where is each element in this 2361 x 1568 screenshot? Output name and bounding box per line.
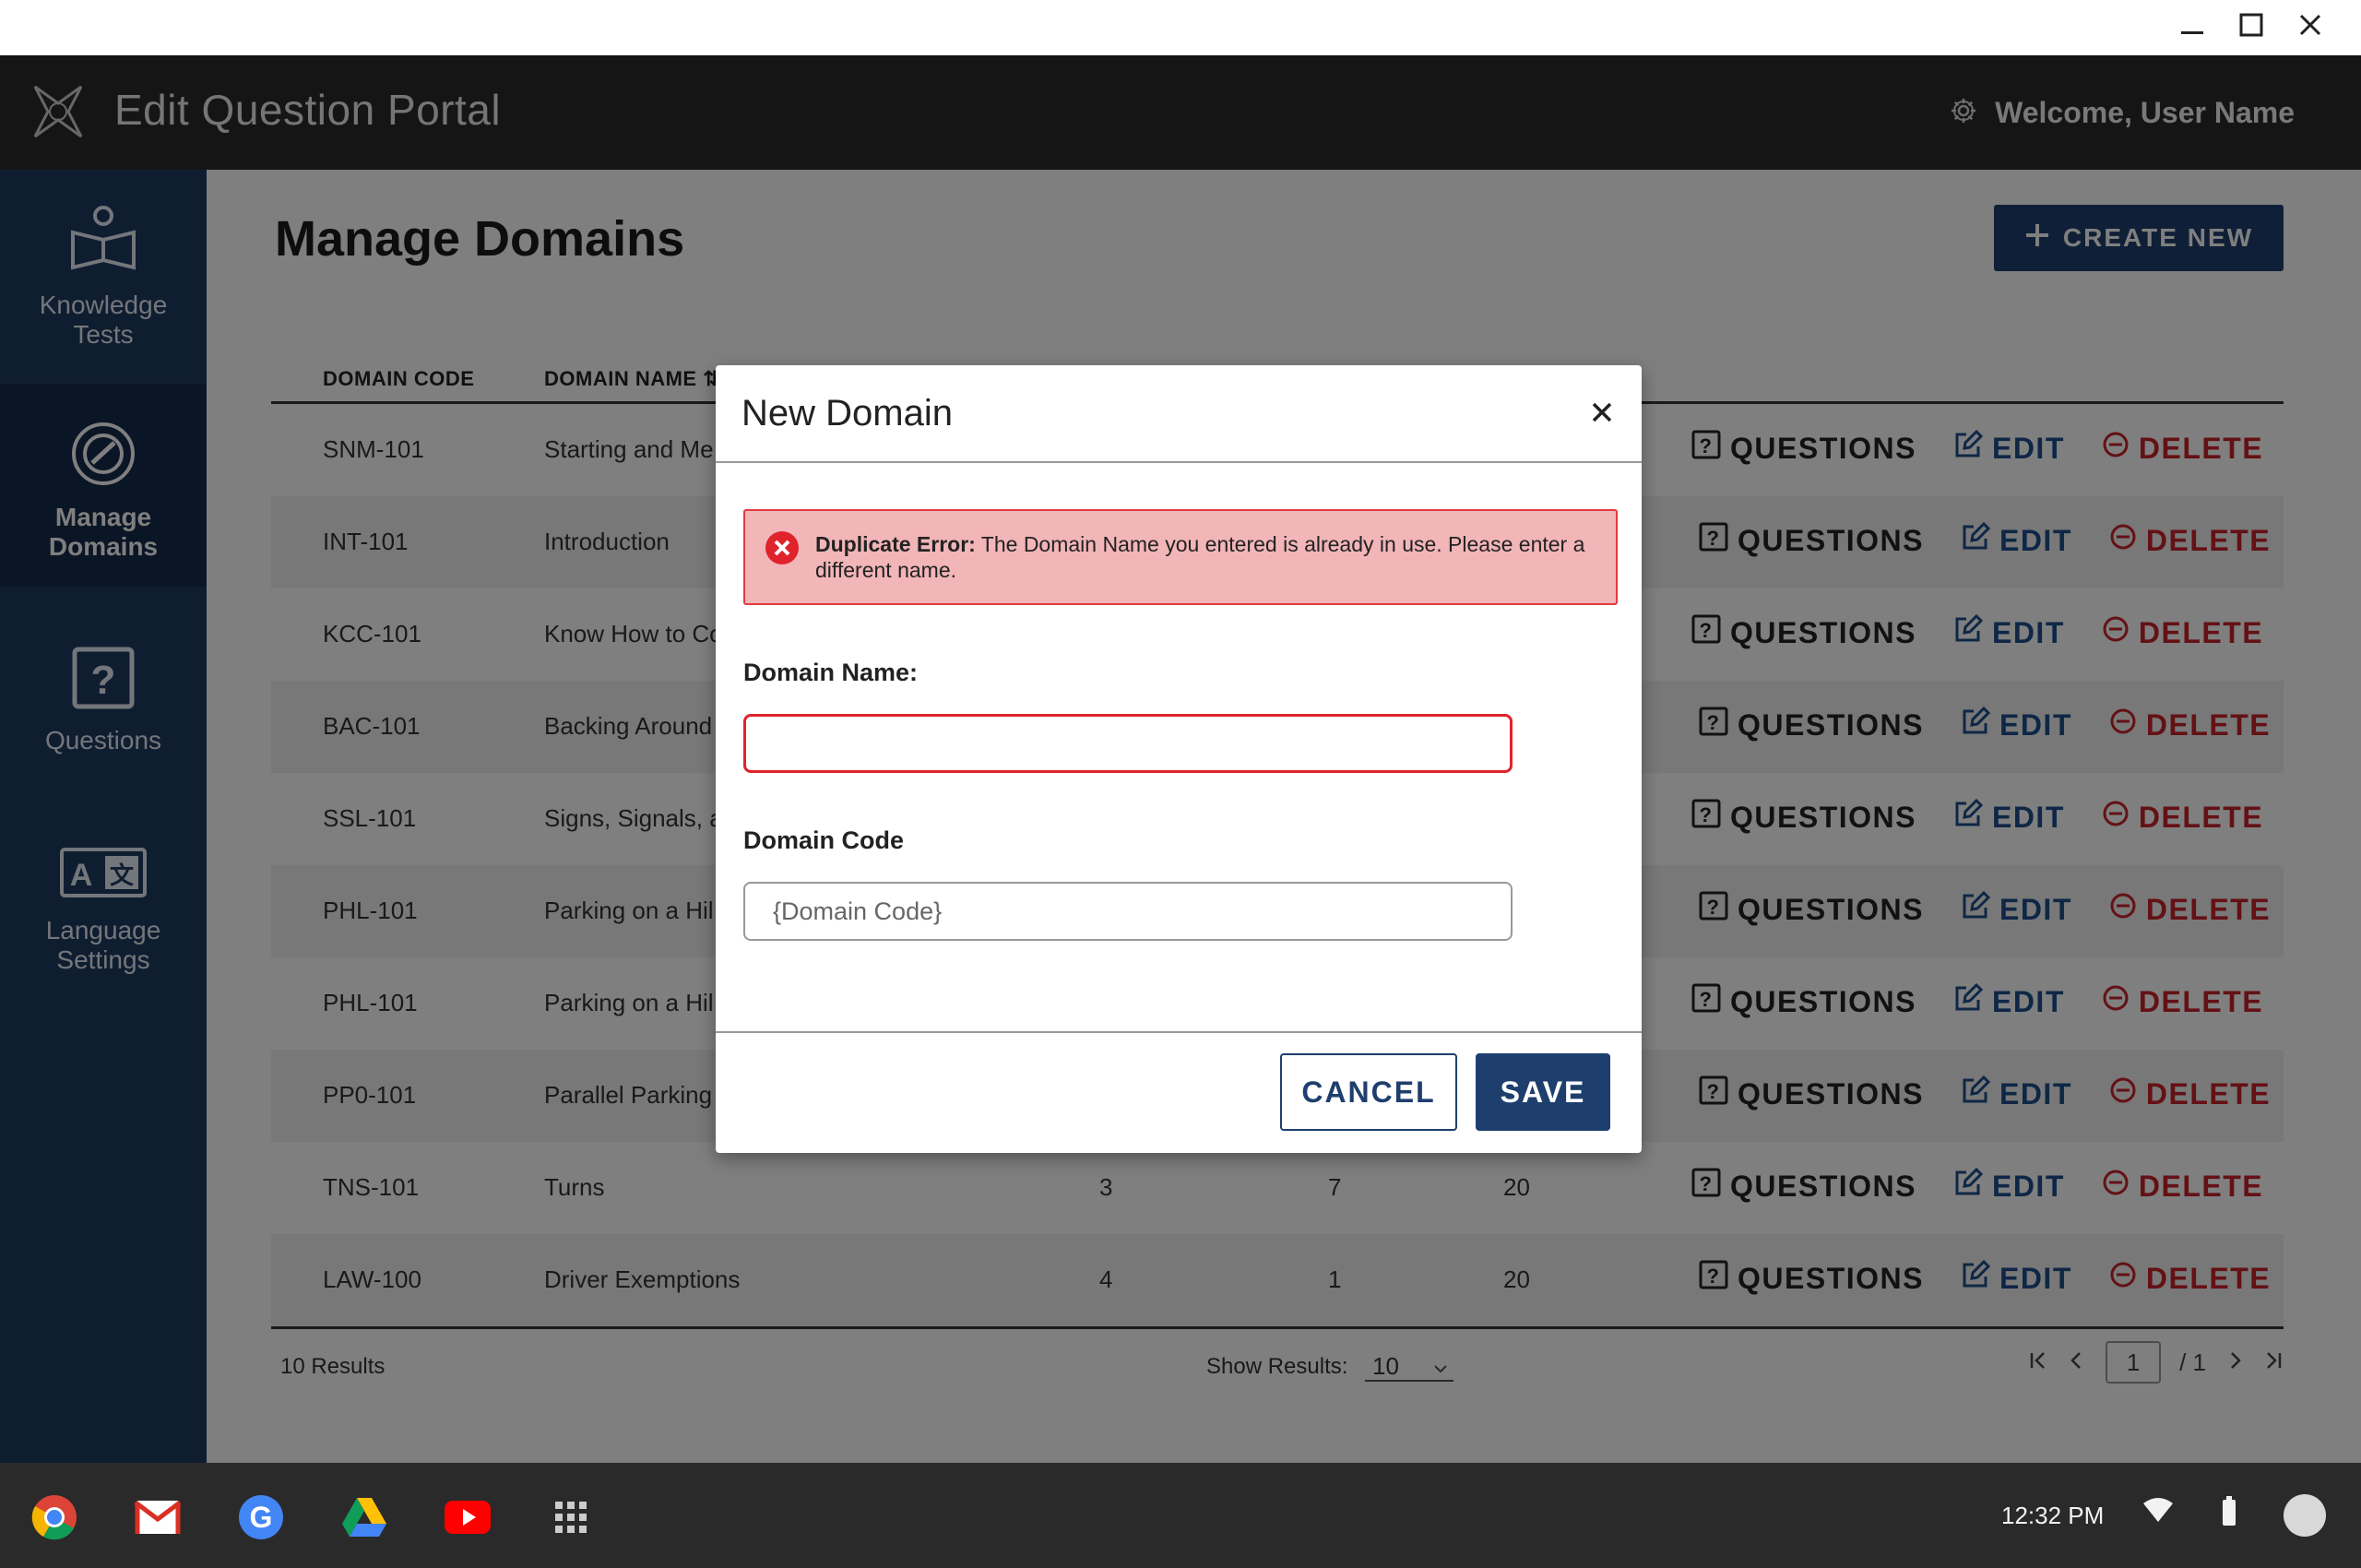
error-icon	[764, 529, 801, 571]
cancel-button[interactable]: CANCEL	[1280, 1053, 1457, 1131]
os-taskbar: G 12:32 PM	[0, 1463, 2361, 1568]
minimize-icon[interactable]	[2178, 11, 2206, 39]
youtube-icon[interactable]	[443, 1492, 492, 1542]
launcher-grid-icon[interactable]	[546, 1492, 596, 1542]
window-controls	[2178, 11, 2324, 39]
save-button[interactable]: SAVE	[1476, 1053, 1610, 1131]
domain-name-label: Domain Name:	[743, 659, 919, 686]
battery-icon[interactable]	[2221, 1496, 2237, 1532]
google-icon[interactable]: G	[236, 1492, 286, 1542]
close-icon[interactable]	[1586, 397, 1618, 428]
domain-code-label: Domain Code	[743, 826, 905, 854]
clock[interactable]: 12:32 PM	[2001, 1502, 2104, 1530]
domain-code-input[interactable]	[743, 882, 1513, 941]
close-icon[interactable]	[2296, 11, 2324, 39]
chrome-icon[interactable]	[30, 1492, 79, 1542]
error-alert: Duplicate Error: The Domain Name you ent…	[743, 509, 1618, 605]
dialog-footer-divider	[716, 1031, 1642, 1033]
maximize-icon[interactable]	[2237, 11, 2265, 39]
new-domain-dialog: New Domain Duplicate Error: The Domain N…	[716, 365, 1642, 1153]
avatar[interactable]	[2284, 1494, 2326, 1537]
domain-name-input[interactable]	[743, 714, 1513, 773]
wifi-icon[interactable]	[2142, 1496, 2175, 1528]
gmail-icon[interactable]	[133, 1492, 183, 1542]
dialog-title: New Domain	[742, 393, 953, 434]
error-title: Duplicate Error:	[815, 532, 976, 556]
svg-text:G: G	[250, 1501, 273, 1534]
dialog-header-divider	[716, 461, 1642, 463]
error-message: Duplicate Error: The Domain Name you ent…	[815, 531, 1599, 583]
drive-icon[interactable]	[339, 1492, 389, 1542]
window-titlebar	[0, 0, 2361, 55]
